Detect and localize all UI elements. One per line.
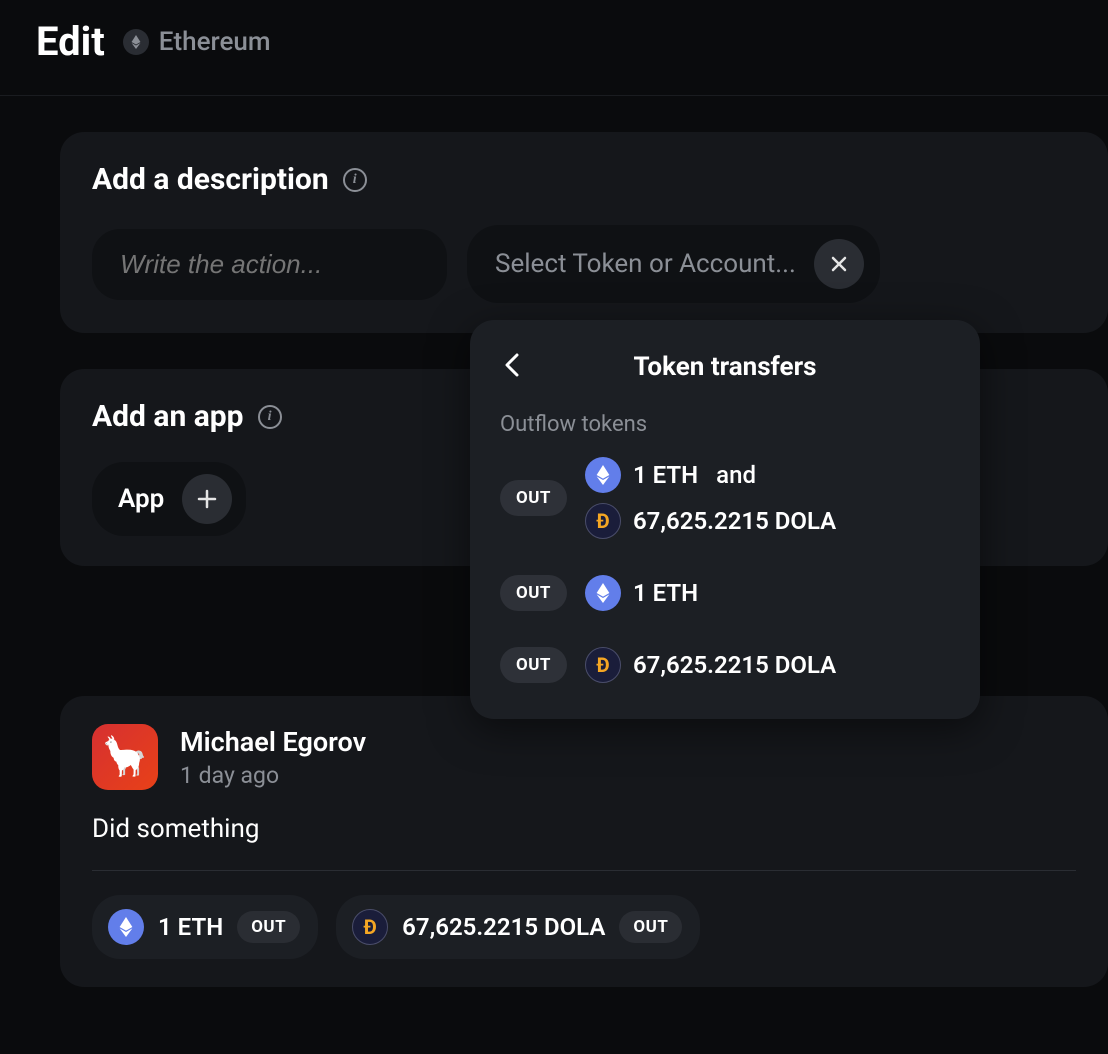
plus-icon (182, 474, 232, 524)
and-text: and (716, 461, 756, 489)
out-badge: OUT (500, 480, 567, 516)
transfer-line-dola: Đ 67,625.2215 DOLA (585, 647, 836, 683)
description-card: Add a description i Select Token or Acco… (60, 132, 1108, 333)
token-amount: 67,625.2215 DOLA (633, 651, 836, 679)
ethereum-icon (123, 29, 149, 55)
token-amount: 1 ETH (633, 461, 698, 489)
popover-section-label: Outflow tokens (500, 412, 950, 437)
app-label: App (118, 484, 164, 514)
transfer-line-eth: 1 ETH and (585, 457, 836, 493)
out-badge: OUT (500, 647, 567, 683)
popover-title: Token transfers (634, 352, 817, 382)
chain-badge[interactable]: Ethereum (123, 27, 271, 57)
token-chip-eth[interactable]: 1 ETH OUT (92, 895, 318, 959)
avatar (92, 724, 158, 790)
token-chip-dola[interactable]: Đ 67,625.2215 DOLA OUT (336, 895, 700, 959)
description-title: Add a description (92, 162, 329, 197)
chain-name: Ethereum (159, 27, 271, 57)
activity-author: Michael Egorov (180, 726, 366, 758)
transfer-line-eth: 1 ETH (585, 575, 698, 611)
info-icon[interactable]: i (343, 168, 367, 192)
out-badge: OUT (237, 911, 300, 943)
page-header: Edit Ethereum (0, 0, 1108, 96)
token-amount: 67,625.2215 DOLA (633, 507, 836, 535)
back-button[interactable] (500, 348, 524, 386)
divider (92, 870, 1076, 871)
out-badge: OUT (619, 911, 682, 943)
app-title: Add an app (92, 399, 244, 434)
add-app-button[interactable]: App (92, 462, 246, 536)
transfer-line-dola: Đ 67,625.2215 DOLA (585, 503, 836, 539)
action-input[interactable] (92, 229, 447, 300)
transfer-item[interactable]: OUT 1 ETH (500, 575, 950, 611)
dola-icon: Đ (585, 647, 621, 683)
token-account-select[interactable]: Select Token or Account... (467, 225, 880, 303)
activity-header: Michael Egorov 1 day ago (92, 724, 1076, 790)
info-icon[interactable]: i (258, 405, 282, 429)
activity-card: Michael Egorov 1 day ago Did something 1… (60, 696, 1108, 987)
page-title: Edit (36, 18, 105, 65)
select-placeholder: Select Token or Account... (495, 249, 796, 279)
token-chips-row: 1 ETH OUT Đ 67,625.2215 DOLA OUT (92, 895, 1076, 959)
ethereum-icon (108, 909, 144, 945)
token-amount: 67,625.2215 DOLA (402, 913, 605, 941)
activity-description: Did something (92, 814, 1076, 844)
activity-time: 1 day ago (180, 762, 366, 789)
transfer-tokens: 1 ETH and Đ 67,625.2215 DOLA (585, 457, 836, 539)
dola-icon: Đ (352, 909, 388, 945)
token-transfers-popover: Token transfers Outflow tokens OUT 1 ETH… (470, 320, 980, 719)
transfer-item[interactable]: OUT 1 ETH and Đ 67,625.2215 DOLA (500, 457, 950, 539)
token-amount: 1 ETH (158, 913, 223, 941)
ethereum-icon (585, 457, 621, 493)
description-title-row: Add a description i (92, 162, 1076, 197)
close-icon[interactable] (814, 239, 864, 289)
ethereum-icon (585, 575, 621, 611)
dola-icon: Đ (585, 503, 621, 539)
description-input-row: Select Token or Account... (92, 225, 1076, 303)
out-badge: OUT (500, 575, 567, 611)
token-amount: 1 ETH (633, 579, 698, 607)
popover-header: Token transfers (500, 348, 950, 386)
transfer-item[interactable]: OUT Đ 67,625.2215 DOLA (500, 647, 950, 683)
